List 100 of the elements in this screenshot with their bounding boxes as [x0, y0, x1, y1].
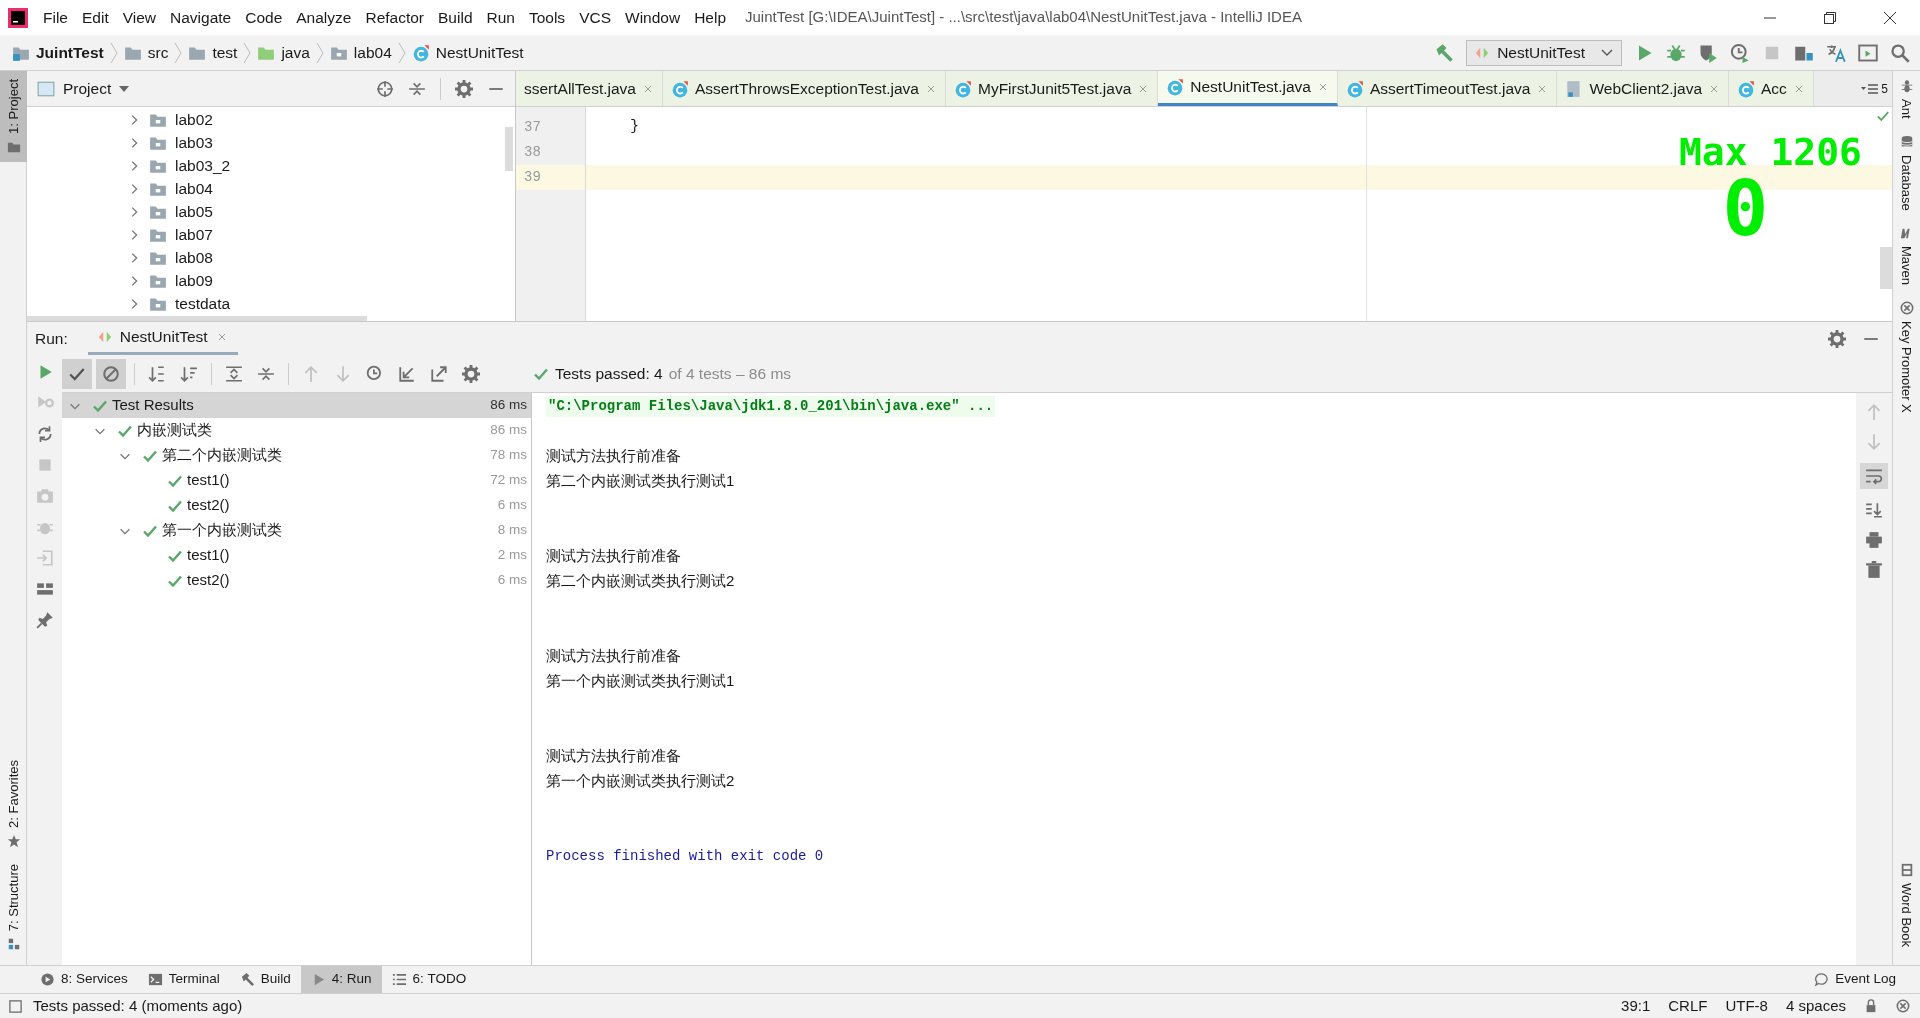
settings-icon[interactable]	[1828, 329, 1846, 348]
presentation-icon[interactable]	[1858, 42, 1878, 63]
menu-item[interactable]: Help	[687, 1, 734, 34]
locate-icon[interactable]	[376, 79, 394, 98]
test-result-row[interactable]: test2() 6 ms	[62, 568, 531, 593]
tool-window-tab[interactable]: 7: Structure	[0, 855, 27, 959]
event-log-tab[interactable]: Event Log	[1790, 966, 1920, 993]
menu-item[interactable]: VCS	[572, 1, 618, 34]
expand-all-icon[interactable]	[225, 364, 243, 383]
restore-icon	[1824, 11, 1836, 24]
chevron-icon	[315, 41, 324, 64]
caret-position[interactable]: 39:1	[1621, 994, 1651, 1018]
tool-window-tab[interactable]: 4: Run	[300, 966, 382, 993]
trash-icon[interactable]	[1865, 561, 1883, 579]
tool-window-tab[interactable]: Build	[229, 966, 301, 993]
editor-tab[interactable]: NestUnitTest.java	[1158, 71, 1338, 106]
project-tree-item[interactable]: lab02	[27, 108, 515, 131]
soft-wrap-icon	[1865, 467, 1883, 485]
console-output-line: 测试方法执行前准备	[546, 446, 681, 467]
tool-window-tab[interactable]: Ant	[1893, 71, 1920, 127]
tool-window-tab[interactable]: 6: TODO	[381, 966, 477, 993]
test-result-row[interactable]: 第一个内嵌测试类 8 ms	[62, 518, 531, 543]
breadcrumb[interactable]: NestUnitTest	[411, 40, 524, 65]
indent-setting[interactable]: 4 spaces	[1785, 994, 1846, 1018]
settings-icon[interactable]	[462, 364, 480, 383]
history-icon[interactable]	[366, 364, 384, 383]
line-separator[interactable]: CRLF	[1668, 994, 1708, 1018]
test-result-row[interactable]: Test Results 86 ms	[62, 393, 531, 418]
export-tests-icon[interactable]	[430, 364, 448, 383]
search-icon[interactable]	[1890, 42, 1910, 63]
file-encoding[interactable]: UTF-8	[1725, 994, 1768, 1018]
hammer-icon[interactable]	[1434, 42, 1455, 63]
breadcrumb[interactable]: src	[123, 40, 169, 65]
line-number: 39	[524, 168, 541, 187]
console-output-line: 第二个内嵌测试类执行测试1	[546, 471, 735, 492]
editor-tab[interactable]: Acc	[1729, 71, 1814, 106]
menu-item[interactable]: View	[115, 1, 164, 34]
menu-item[interactable]: Tools	[521, 1, 573, 34]
editor-tab[interactable]: AssertThrowsExceptionTest.java	[663, 71, 946, 106]
editor-tab[interactable]: WebClient2.java	[1557, 71, 1729, 106]
settings-icon[interactable]	[455, 79, 473, 98]
menu-item[interactable]: Navigate	[163, 1, 239, 34]
services-icon	[40, 972, 55, 987]
breadcrumb[interactable]: lab04	[329, 40, 392, 65]
editor-tab[interactable]: ssertAllTest.java	[516, 71, 663, 106]
menu-item[interactable]: Build	[431, 1, 480, 34]
profile-icon[interactable]	[1730, 42, 1750, 63]
breadcrumb[interactable]: test	[188, 40, 238, 65]
run-tab[interactable]: NestUnitTest	[87, 322, 238, 355]
menu-item[interactable]: Edit	[75, 1, 116, 34]
menu-item[interactable]: Refactor	[358, 1, 432, 34]
test-result-row[interactable]: 内嵌测试类 86 ms	[62, 418, 531, 443]
tool-window-tab[interactable]: Terminal	[137, 966, 230, 993]
tool-window-tab[interactable]: 8: Services	[30, 966, 138, 993]
project-tree-item[interactable]: lab09	[27, 269, 515, 292]
test-result-row[interactable]: 第二个内嵌测试类 78 ms	[62, 443, 531, 468]
horizontal-scrollbar[interactable]	[27, 316, 367, 321]
project-tree-item[interactable]: lab05	[27, 200, 515, 223]
project-tree-item[interactable]: testdata	[27, 292, 515, 315]
tool-windows-icon[interactable]	[8, 998, 23, 1014]
test-result-row[interactable]: test2() 6 ms	[62, 493, 531, 518]
project-tree-item[interactable]: lab03_2	[27, 154, 515, 177]
project-tree-item[interactable]: lab03	[27, 131, 515, 154]
breadcrumb[interactable]: JuintTest	[12, 40, 104, 65]
menu-item[interactable]: Code	[238, 1, 290, 34]
editor-tab[interactable]: AssertTimeoutTest.java	[1337, 71, 1558, 106]
menu-item[interactable]: Run	[479, 1, 522, 34]
editor-tab[interactable]: MyFirstJunit5Test.java	[945, 71, 1159, 106]
import-tests-icon[interactable]	[398, 364, 416, 383]
tool-window-tab[interactable]: 1: Project	[0, 71, 27, 162]
breadcrumb[interactable]: java	[257, 40, 310, 65]
project-tree-item[interactable]: lab08	[27, 246, 515, 269]
tool-window-tab[interactable]: Key Promoter X	[1893, 293, 1920, 421]
sort-alphabetically-icon[interactable]	[148, 364, 166, 383]
scroll-to-end-icon[interactable]	[1865, 501, 1883, 519]
sort-by-duration-icon[interactable]	[180, 364, 198, 383]
test-result-row[interactable]: test1() 72 ms	[62, 468, 531, 493]
soft-wrap-toggle[interactable]	[1860, 463, 1888, 489]
project-view-dropdown[interactable]: Project	[37, 76, 130, 101]
debug-icon[interactable]	[1666, 42, 1686, 63]
tab-list-icon[interactable]	[1861, 81, 1880, 96]
pin-icon[interactable]	[35, 611, 54, 629]
inspector-icon[interactable]	[1896, 999, 1910, 1013]
test-result-row[interactable]: test1() 2 ms	[62, 543, 531, 568]
tool-window-tab[interactable]: 2: Favorites	[0, 751, 27, 856]
print-icon[interactable]	[1865, 531, 1883, 549]
menu-item[interactable]: Analyze	[289, 1, 359, 34]
editor-scrollbar[interactable]	[1880, 247, 1892, 289]
run-configuration-dropdown[interactable]: NestUnitTest	[1466, 39, 1622, 66]
project-tree-item[interactable]: lab04	[27, 177, 515, 200]
vertical-scrollbar[interactable]	[505, 127, 513, 171]
show-passed-toggle[interactable]	[62, 358, 92, 389]
menu-item[interactable]: File	[36, 1, 75, 34]
menu-item[interactable]: Window	[618, 1, 688, 34]
layout-icon[interactable]	[35, 580, 54, 598]
tool-window-tab[interactable]: Maven	[1893, 218, 1920, 294]
tool-window-tab[interactable]: Word Book	[1893, 854, 1920, 955]
project-tree-item[interactable]: lab07	[27, 223, 515, 246]
show-ignored-toggle[interactable]	[96, 358, 126, 389]
tool-window-tab[interactable]: Database	[1893, 126, 1920, 219]
